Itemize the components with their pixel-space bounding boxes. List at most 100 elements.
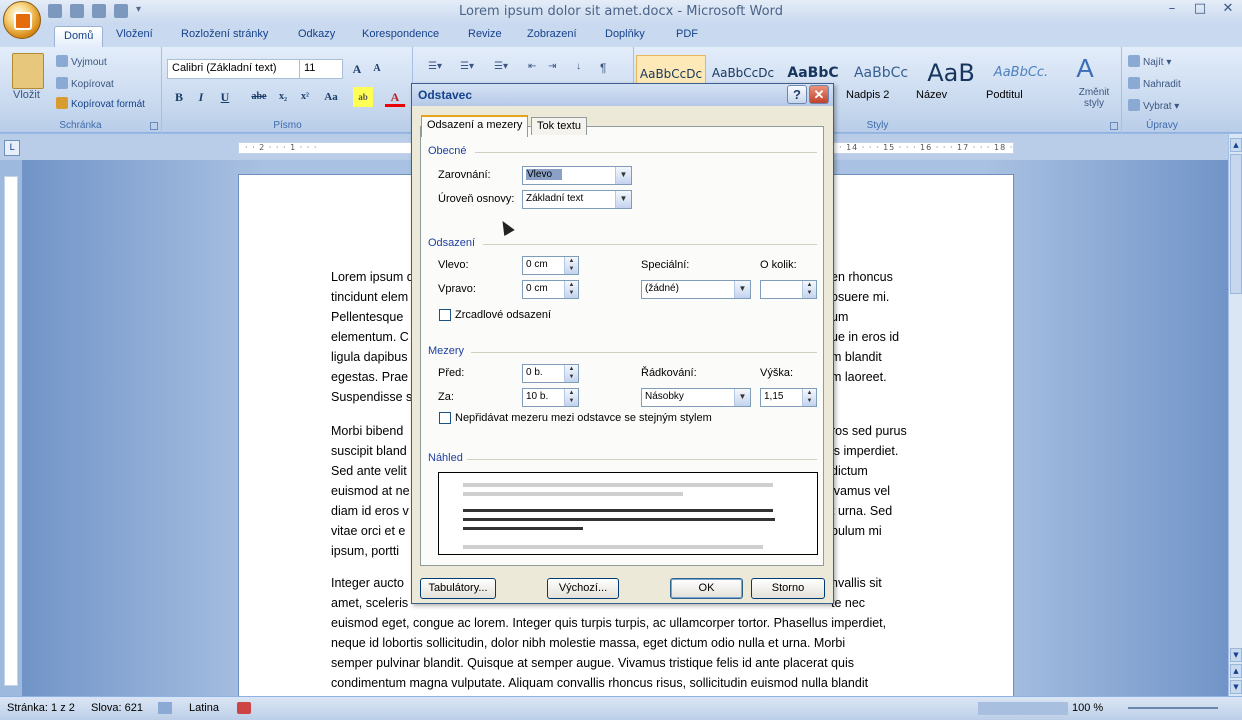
text-line: dictum	[831, 464, 868, 478]
change-styles-button[interactable]: Změnit styly	[1074, 87, 1114, 109]
cut-button[interactable]: Vyjmout	[56, 55, 107, 68]
highlight-icon[interactable]: ab	[353, 87, 373, 107]
tabs-button[interactable]: Tabulátory...	[420, 578, 496, 599]
styles-launcher[interactable]	[1110, 122, 1118, 130]
ok-button[interactable]: OK	[670, 578, 743, 599]
cancel-button[interactable]: Storno	[751, 578, 825, 599]
view-buttons[interactable]	[978, 702, 1068, 715]
tab-home[interactable]: Domů	[54, 26, 104, 48]
scroll-down-icon[interactable]: ▼	[1230, 648, 1242, 662]
tab-review[interactable]: Revize	[468, 28, 502, 40]
proofing-icon[interactable]	[158, 702, 172, 714]
macro-icon[interactable]	[237, 702, 251, 714]
outline-level-select[interactable]: Základní text ▼	[522, 190, 632, 209]
change-styles-icon[interactable]: A	[1070, 53, 1100, 83]
style-heading-2-preview: AaBbCc	[853, 65, 909, 81]
spinner-icon[interactable]: ▲ ▼	[802, 389, 816, 406]
spinner-icon[interactable]: ▲ ▼	[564, 281, 578, 298]
show-marks-icon[interactable]: ¶	[600, 61, 606, 75]
close-dialog-button[interactable]: ✕	[809, 85, 829, 104]
change-case-button[interactable]: Aa	[321, 87, 341, 107]
office-button[interactable]	[3, 1, 41, 39]
alignment-select[interactable]: Vlevo ▼	[522, 166, 632, 185]
paste-icon[interactable]	[12, 53, 44, 89]
zoom-slider[interactable]	[1128, 707, 1218, 709]
dont-add-space-checkbox[interactable]	[439, 412, 451, 424]
format-painter-button[interactable]: Kopírovat formát	[56, 97, 145, 110]
sort-icon[interactable]: ↓	[576, 61, 581, 72]
spinner-icon[interactable]: ▲ ▼	[564, 389, 578, 406]
style-heading-2[interactable]: AaBbCc Nadpis 2	[846, 55, 916, 111]
by-label: O kolik:	[760, 259, 797, 271]
numbering-icon[interactable]: ☰▾	[460, 61, 474, 72]
text-line: ue in eros id	[831, 330, 900, 344]
clipboard-group: Vložit Vyjmout Kopírovat Kopírovat formá…	[0, 47, 162, 133]
bullets-icon[interactable]: ☰▾	[428, 61, 442, 72]
find-button[interactable]: Najít ▾	[1128, 55, 1171, 68]
strikethrough-button[interactable]: abe	[249, 87, 269, 107]
copy-label: Kopírovat	[71, 79, 114, 90]
tab-view[interactable]: Zobrazení	[527, 28, 577, 40]
text-line: ivamus vel	[831, 484, 891, 498]
scroll-thumb[interactable]	[1230, 154, 1242, 294]
tab-line-page-breaks[interactable]: Tok textu	[531, 117, 588, 135]
word-count[interactable]: Slova: 621	[91, 702, 143, 714]
tab-indents-spacing[interactable]: Odsazení a mezery	[421, 115, 529, 137]
spinner-icon[interactable]: ▲ ▼	[564, 257, 578, 274]
superscript-button[interactable]: x²	[295, 87, 315, 107]
help-button[interactable]: ?	[787, 85, 807, 104]
font-size-combo[interactable]: 11	[299, 59, 343, 79]
bold-button[interactable]: B	[169, 87, 189, 107]
zoom-level[interactable]: 100 %	[1072, 702, 1103, 714]
spinner-icon[interactable]: ▲ ▼	[564, 365, 578, 382]
before-input[interactable]: 0 b. ▲ ▼	[522, 364, 579, 383]
underline-button[interactable]: U	[215, 87, 235, 107]
page-count[interactable]: Stránka: 1 z 2	[7, 702, 75, 714]
spinner-icon[interactable]: ▲ ▼	[802, 281, 816, 298]
by-input[interactable]: ▲ ▼	[760, 280, 817, 299]
style-subtitle[interactable]: AaBbCc. Podtitul	[986, 55, 1056, 111]
shrink-font-button[interactable]: A	[367, 59, 387, 79]
after-input[interactable]: 10 b. ▲ ▼	[522, 388, 579, 407]
maximize-button[interactable]: □	[1186, 0, 1214, 20]
line-spacing-select[interactable]: Násobky ▼	[641, 388, 751, 407]
select-button[interactable]: Vybrat ▾	[1128, 99, 1179, 112]
tab-insert[interactable]: Vložení	[116, 28, 153, 40]
tab-pdf[interactable]: PDF	[676, 28, 698, 40]
replace-button[interactable]: Nahradit	[1128, 77, 1181, 90]
tab-page-layout[interactable]: Rozložení stránky	[181, 28, 268, 40]
section-preview: Náhled	[428, 452, 463, 464]
language[interactable]: Latina	[189, 702, 219, 714]
font-name-combo[interactable]: Calibri (Základní text)	[167, 59, 301, 79]
paste-button[interactable]: Vložit	[13, 89, 40, 101]
tab-references[interactable]: Odkazy	[298, 28, 335, 40]
decrease-indent-icon[interactable]: ⇤	[528, 61, 536, 72]
prev-page-icon[interactable]: ▲	[1230, 664, 1242, 678]
mirror-indents-checkbox[interactable]	[439, 309, 451, 321]
default-button[interactable]: Výchozí...	[547, 578, 619, 599]
subscript-button[interactable]: x₂	[273, 87, 293, 107]
copy-button[interactable]: Kopírovat	[56, 77, 114, 90]
font-color-icon[interactable]: A	[385, 87, 405, 107]
style-title[interactable]: AaB Název	[916, 55, 986, 111]
italic-button[interactable]: I	[191, 87, 211, 107]
indent-right-input[interactable]: 0 cm ▲ ▼	[522, 280, 579, 299]
tab-selector-icon[interactable]: L	[4, 140, 20, 156]
next-page-icon[interactable]: ▼	[1230, 680, 1242, 694]
chevron-down-icon: ▼	[734, 281, 750, 298]
at-input[interactable]: 1,15 ▲ ▼	[760, 388, 817, 407]
clipboard-launcher[interactable]	[150, 122, 158, 130]
font-name-value: Calibri (Základní text)	[172, 62, 277, 74]
minimize-button[interactable]: –	[1158, 0, 1186, 20]
tab-addins[interactable]: Doplňky	[605, 28, 645, 40]
close-window-button[interactable]: ✕	[1214, 0, 1242, 20]
increase-indent-icon[interactable]: ⇥	[548, 61, 556, 72]
special-select[interactable]: (žádné) ▼	[641, 280, 751, 299]
tab-mailings[interactable]: Korespondence	[362, 28, 439, 40]
indent-left-input[interactable]: 0 cm ▲ ▼	[522, 256, 579, 275]
scroll-up-icon[interactable]: ▲	[1230, 138, 1242, 152]
replace-icon	[1128, 77, 1140, 89]
multilevel-list-icon[interactable]: ☰▾	[494, 61, 508, 72]
vertical-scrollbar[interactable]: ▲ ▼ ▲ ▼	[1228, 134, 1242, 696]
grow-font-button[interactable]: A	[347, 59, 367, 79]
